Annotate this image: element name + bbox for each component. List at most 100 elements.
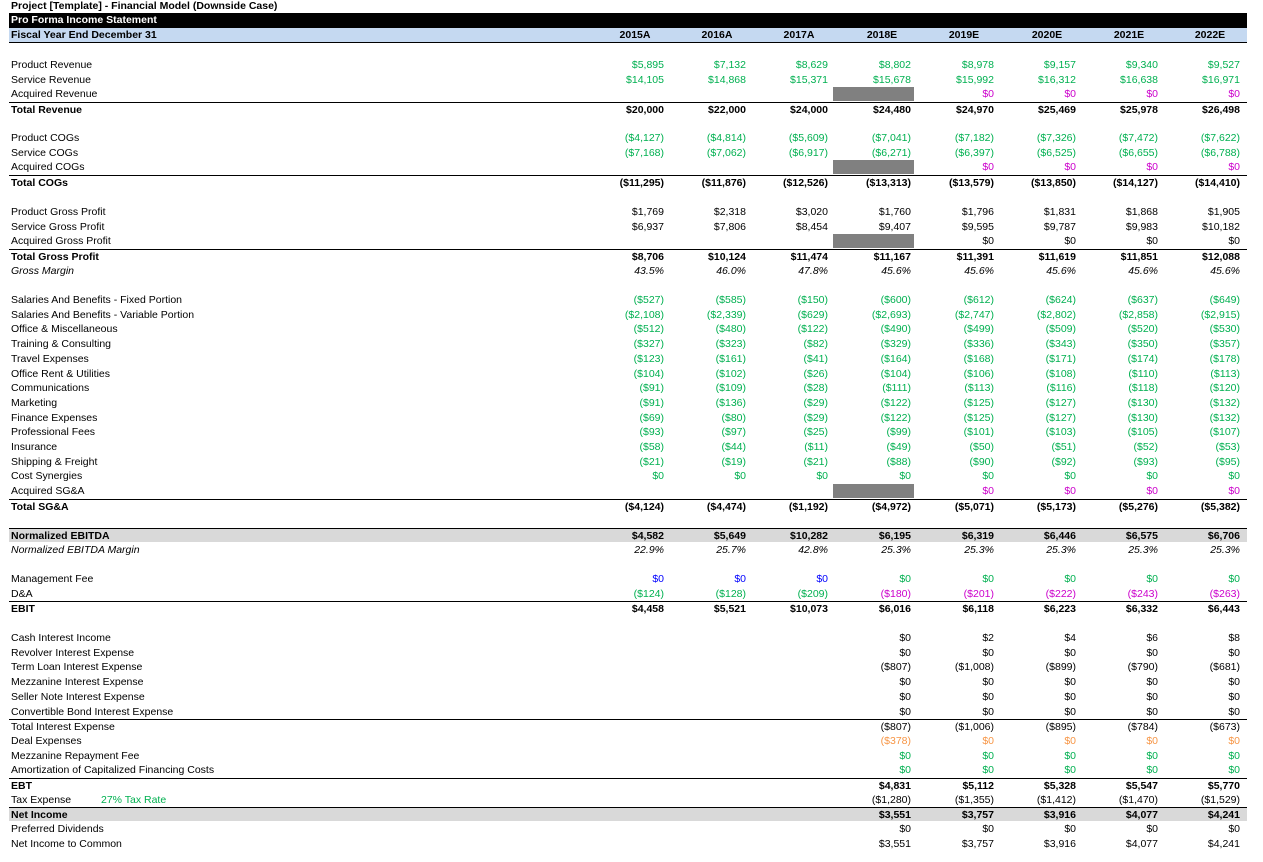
value-cell[interactable]: ($127) [1001, 396, 1076, 410]
value-cell[interactable]: ($7,182) [919, 131, 994, 145]
value-cell[interactable]: ($6,397) [919, 146, 994, 160]
value-cell[interactable]: $0 [836, 646, 911, 660]
value-cell[interactable]: ($26) [753, 367, 828, 381]
value-cell[interactable]: $0 [1165, 675, 1240, 689]
value-cell[interactable]: ($7,326) [1001, 131, 1076, 145]
value-cell[interactable]: ($132) [1165, 396, 1240, 410]
value-cell[interactable]: $0 [1001, 822, 1076, 836]
value-cell[interactable]: ($13,579) [919, 176, 994, 190]
value-cell[interactable]: ($530) [1165, 322, 1240, 336]
value-cell[interactable]: $6,118 [919, 602, 994, 616]
value-cell[interactable]: ($512) [589, 322, 664, 336]
value-cell[interactable]: 25.3% [1083, 543, 1158, 557]
value-cell[interactable]: ($168) [919, 352, 994, 366]
value-cell[interactable]: $6,446 [1001, 529, 1076, 543]
value-cell[interactable]: $3,916 [1001, 808, 1076, 822]
tax-rate-input[interactable]: 27% Tax Rate [101, 793, 166, 807]
value-cell[interactable]: $5,521 [671, 602, 746, 616]
value-cell[interactable]: $6,195 [836, 529, 911, 543]
value-cell[interactable]: $0 [1001, 749, 1076, 763]
value-cell[interactable]: ($136) [671, 396, 746, 410]
value-cell[interactable]: $0 [1001, 675, 1076, 689]
value-cell[interactable]: $4 [1001, 631, 1076, 645]
value-cell[interactable]: $14,105 [589, 73, 664, 87]
value-cell[interactable]: 45.6% [1083, 264, 1158, 278]
value-cell[interactable]: ($1,006) [919, 720, 994, 734]
value-cell[interactable]: 42.8% [753, 543, 828, 557]
value-cell[interactable]: $0 [919, 822, 994, 836]
value-cell[interactable]: ($673) [1165, 720, 1240, 734]
value-cell[interactable]: ($2,339) [671, 308, 746, 322]
value-cell[interactable]: $6,016 [836, 602, 911, 616]
value-cell[interactable]: ($7,041) [836, 131, 911, 145]
value-cell[interactable]: ($93) [1083, 455, 1158, 469]
value-cell[interactable]: ($4,124) [589, 500, 664, 514]
value-cell[interactable]: 25.3% [836, 543, 911, 557]
value-cell[interactable]: ($92) [1001, 455, 1076, 469]
value-cell[interactable]: $0 [1001, 160, 1076, 174]
value-cell[interactable]: ($4,474) [671, 500, 746, 514]
value-cell[interactable]: $0 [1165, 234, 1240, 248]
value-cell[interactable]: ($88) [836, 455, 911, 469]
value-cell[interactable]: $24,970 [919, 103, 994, 117]
value-cell[interactable]: $0 [1165, 749, 1240, 763]
value-cell[interactable]: ($171) [1001, 352, 1076, 366]
value-cell[interactable]: $25,978 [1083, 103, 1158, 117]
value-cell[interactable]: $0 [836, 822, 911, 836]
value-cell[interactable]: ($1,355) [919, 793, 994, 807]
value-cell[interactable]: $3,551 [836, 808, 911, 822]
value-cell[interactable]: $0 [1001, 646, 1076, 660]
value-cell[interactable]: $1,796 [919, 205, 994, 219]
value-cell[interactable]: $11,167 [836, 250, 911, 264]
value-cell[interactable]: ($52) [1083, 440, 1158, 454]
value-cell[interactable]: $0 [1083, 749, 1158, 763]
value-cell[interactable]: ($209) [753, 587, 828, 601]
value-cell[interactable]: $15,371 [753, 73, 828, 87]
value-cell[interactable]: $1,760 [836, 205, 911, 219]
value-cell[interactable]: ($2,858) [1083, 308, 1158, 322]
value-cell[interactable]: ($123) [589, 352, 664, 366]
value-cell[interactable]: $0 [1001, 572, 1076, 586]
value-cell[interactable]: ($2,747) [919, 308, 994, 322]
value-cell[interactable]: ($1,470) [1083, 793, 1158, 807]
value-cell[interactable]: ($357) [1165, 337, 1240, 351]
value-cell[interactable]: ($11) [753, 440, 828, 454]
value-cell[interactable]: ($1,529) [1165, 793, 1240, 807]
value-cell[interactable]: ($509) [1001, 322, 1076, 336]
value-cell[interactable]: ($99) [836, 425, 911, 439]
value-cell[interactable]: ($201) [919, 587, 994, 601]
value-cell[interactable]: $16,971 [1165, 73, 1240, 87]
value-cell[interactable]: $8,629 [753, 58, 828, 72]
value-cell[interactable]: ($106) [919, 367, 994, 381]
value-cell[interactable]: ($14,410) [1165, 176, 1240, 190]
value-cell[interactable]: $1,769 [589, 205, 664, 219]
value-cell[interactable]: ($629) [753, 308, 828, 322]
value-cell[interactable]: 45.6% [836, 264, 911, 278]
value-cell[interactable]: ($102) [671, 367, 746, 381]
value-cell[interactable]: $1,868 [1083, 205, 1158, 219]
value-cell[interactable]: ($164) [836, 352, 911, 366]
value-cell[interactable]: ($128) [671, 587, 746, 601]
value-cell[interactable]: ($111) [836, 381, 911, 395]
value-cell[interactable]: ($14,127) [1083, 176, 1158, 190]
value-cell[interactable]: $5,112 [919, 779, 994, 793]
value-cell[interactable]: $11,619 [1001, 250, 1076, 264]
value-cell[interactable]: $0 [1165, 734, 1240, 748]
value-cell[interactable]: ($6,917) [753, 146, 828, 160]
value-cell[interactable]: $0 [836, 675, 911, 689]
value-cell[interactable]: ($6,655) [1083, 146, 1158, 160]
value-cell[interactable]: $0 [1165, 646, 1240, 660]
value-cell[interactable]: ($637) [1083, 293, 1158, 307]
value-cell[interactable]: $5,770 [1165, 779, 1240, 793]
value-cell[interactable]: $25,469 [1001, 103, 1076, 117]
value-cell[interactable]: ($612) [919, 293, 994, 307]
value-cell[interactable]: $0 [919, 705, 994, 719]
value-cell[interactable]: $9,407 [836, 220, 911, 234]
value-cell[interactable]: ($2,915) [1165, 308, 1240, 322]
value-cell[interactable]: $24,480 [836, 103, 911, 117]
value-cell[interactable]: ($19) [671, 455, 746, 469]
value-cell[interactable]: ($130) [1083, 411, 1158, 425]
value-cell[interactable]: ($895) [1001, 720, 1076, 734]
value-cell[interactable]: ($323) [671, 337, 746, 351]
value-cell[interactable]: $6,223 [1001, 602, 1076, 616]
